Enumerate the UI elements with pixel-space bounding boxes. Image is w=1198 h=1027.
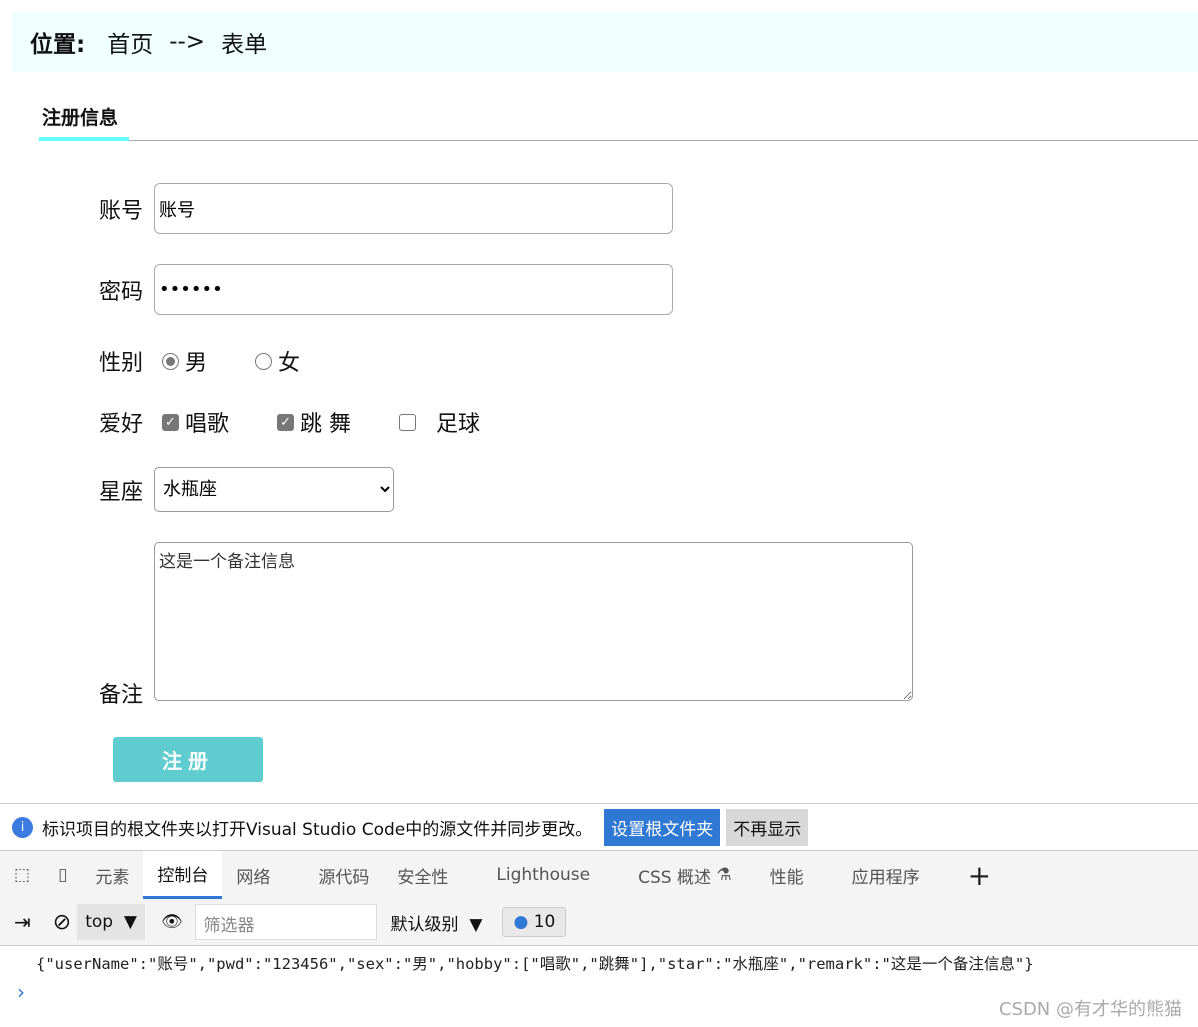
breadcrumb-label: 位置: bbox=[30, 32, 86, 58]
tab-application[interactable]: 应用程序 bbox=[838, 851, 934, 899]
device-toggle-icon[interactable]: ▯ bbox=[44, 851, 81, 899]
message-icon: ● bbox=[513, 912, 529, 932]
tab-console[interactable]: 控制台 bbox=[143, 851, 223, 899]
inspect-icon[interactable]: ⬚ bbox=[0, 851, 44, 899]
context-select[interactable]: top ▼ bbox=[77, 904, 145, 940]
dont-show-again-button[interactable]: 不再显示 bbox=[726, 808, 809, 846]
account-input[interactable] bbox=[154, 183, 673, 234]
level-select[interactable]: 默认级别 ▼ bbox=[391, 910, 483, 935]
breadcrumb-home[interactable]: 首页 bbox=[107, 25, 153, 59]
option-label: 女 bbox=[278, 351, 301, 376]
notice-text: 标识项目的根文件夹以打开Visual Studio Code中的源文件并同步更改… bbox=[42, 819, 593, 840]
context-value: top bbox=[85, 912, 114, 932]
sidebar-toggle-icon[interactable]: ⇥ bbox=[14, 910, 31, 934]
breadcrumb-current: 表单 bbox=[221, 32, 268, 58]
remark-row: 备注 bbox=[99, 677, 154, 709]
tab-elements[interactable]: 元素 bbox=[81, 851, 143, 899]
tab-css-overview[interactable]: CSS 概述 ⚗ bbox=[624, 851, 746, 899]
hobby-sing[interactable]: ✓ 唱歌 bbox=[154, 406, 229, 438]
console-toolbar: ⇥ ⊘ top ▼ 👁 筛选器 默认级别 ▼ ● 10 bbox=[0, 899, 1198, 946]
tab-header: 注册信息 bbox=[39, 100, 1198, 141]
radio-female[interactable] bbox=[255, 352, 273, 370]
option-label: 唱歌 bbox=[185, 412, 230, 437]
sex-male[interactable]: 男 bbox=[154, 345, 207, 377]
remark-textarea[interactable]: 这是一个备注信息 bbox=[154, 542, 913, 701]
password-label: 密码 bbox=[99, 279, 144, 305]
sex-label: 性别 bbox=[99, 351, 144, 376]
checkbox-dance[interactable]: ✓ bbox=[277, 413, 295, 431]
console-log-line: {"userName":"账号","pwd":"123456","sex":"男… bbox=[36, 955, 1034, 973]
hobby-dance[interactable]: ✓ 跳 舞 bbox=[269, 406, 351, 438]
hobby-label: 爱好 bbox=[99, 412, 144, 437]
remark-label: 备注 bbox=[99, 683, 144, 708]
clear-console-icon[interactable]: ⊘ bbox=[53, 910, 71, 935]
register-button[interactable]: 注册 bbox=[113, 737, 263, 782]
radio-male[interactable] bbox=[162, 352, 179, 370]
watermark: CSDN @有才华的熊猫 bbox=[998, 999, 1182, 1020]
hobby-football[interactable]: 足球 bbox=[391, 406, 480, 438]
checkbox-football[interactable] bbox=[399, 413, 417, 431]
option-label: 跳 舞 bbox=[300, 412, 352, 437]
level-value: 默认级别 bbox=[390, 914, 459, 935]
info-icon: i bbox=[12, 816, 33, 838]
sex-female[interactable]: 女 bbox=[247, 345, 300, 377]
console-prompt-icon[interactable]: › bbox=[17, 980, 25, 1004]
password-input[interactable] bbox=[154, 264, 673, 315]
set-root-folder-button[interactable]: 设置根文件夹 bbox=[604, 808, 721, 846]
checkbox-sing[interactable]: ✓ bbox=[162, 413, 179, 431]
breadcrumb-arrow: --> bbox=[169, 29, 206, 55]
tab-network[interactable]: 网络 bbox=[222, 851, 284, 899]
option-label: 男 bbox=[185, 351, 208, 376]
flask-icon: ⚗ bbox=[716, 865, 732, 885]
message-count: 10 bbox=[533, 912, 556, 932]
star-select[interactable]: 水瓶座 bbox=[154, 467, 394, 512]
sex-row: 性别 男 女 bbox=[99, 345, 340, 377]
option-label: 足球 bbox=[436, 412, 481, 437]
star-row: 星座 水瓶座 bbox=[99, 467, 394, 512]
account-row: 账号 bbox=[99, 183, 673, 234]
eye-icon[interactable]: 👁 bbox=[161, 912, 183, 932]
devtools-notice: i 标识项目的根文件夹以打开Visual Studio Code中的源文件并同步… bbox=[0, 803, 1198, 851]
message-count-button[interactable]: ● 10 bbox=[502, 907, 567, 937]
tab-register-info[interactable]: 注册信息 bbox=[39, 100, 129, 141]
devtools-tabs: ⬚ ▯ 元素 控制台 网络 源代码 安全性 Lighthouse CSS 概述 … bbox=[0, 851, 1198, 899]
filter-input[interactable]: 筛选器 bbox=[194, 904, 377, 940]
star-label: 星座 bbox=[99, 479, 144, 505]
tab-performance[interactable]: 性能 bbox=[756, 851, 818, 899]
hobby-row: 爱好 ✓ 唱歌 ✓ 跳 舞 足球 bbox=[99, 406, 520, 438]
tab-security[interactable]: 安全性 bbox=[383, 851, 462, 899]
account-label: 账号 bbox=[99, 198, 144, 224]
tab-label: CSS 概述 bbox=[638, 867, 711, 888]
password-row: 密码 bbox=[99, 264, 673, 315]
breadcrumb: 位置: 首页 --> 表单 bbox=[12, 12, 1198, 72]
tab-sources[interactable]: 源代码 bbox=[304, 851, 383, 899]
add-tab-icon[interactable]: + bbox=[954, 851, 1005, 899]
tab-lighthouse[interactable]: Lighthouse bbox=[482, 851, 604, 899]
